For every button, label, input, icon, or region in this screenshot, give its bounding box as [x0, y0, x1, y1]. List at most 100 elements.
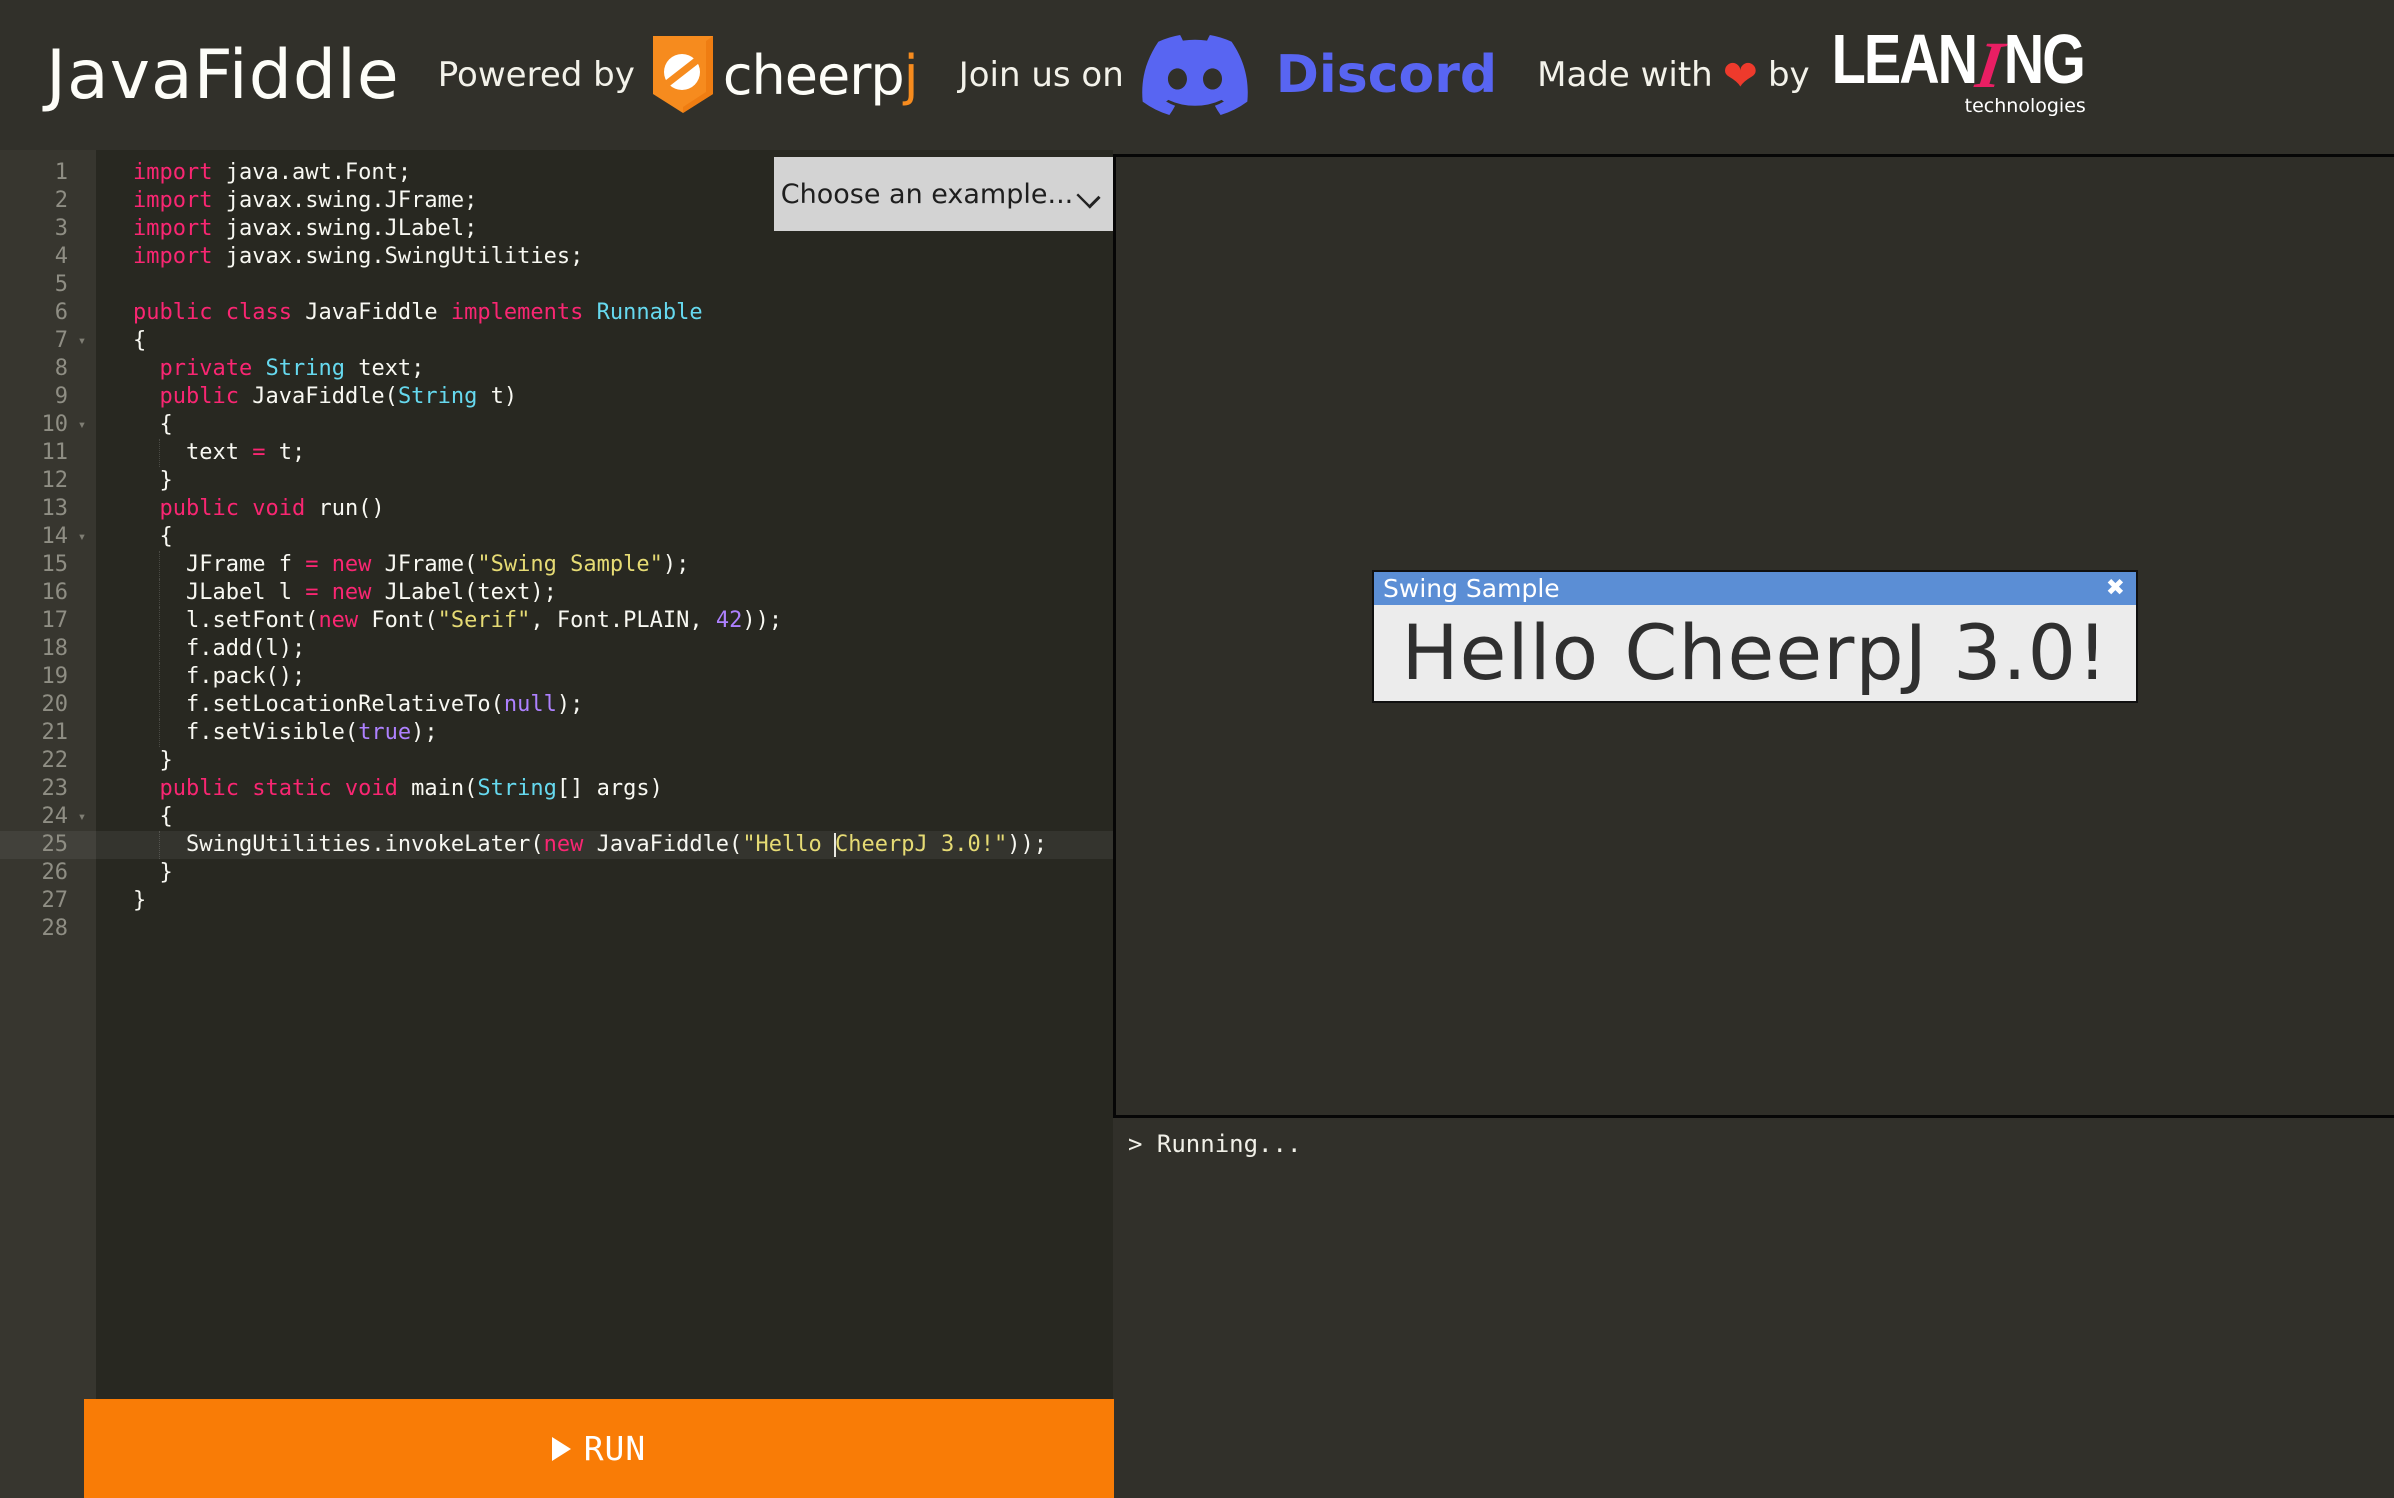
- code-line[interactable]: {: [96, 803, 1113, 831]
- code-line[interactable]: text = t;: [96, 439, 1113, 467]
- heart-icon: ❤: [1723, 51, 1758, 100]
- fold-arrow-icon[interactable]: ▾: [68, 523, 96, 551]
- code-line[interactable]: public void run(): [96, 495, 1113, 523]
- code-line[interactable]: private String text;: [96, 355, 1113, 383]
- gutter-line: 10▾: [0, 411, 96, 439]
- example-select-label: Choose an example...: [781, 179, 1073, 210]
- code-line[interactable]: [96, 271, 1113, 299]
- cheerpj-wordmark: cheerp: [723, 44, 904, 107]
- gutter-line: 9: [0, 383, 96, 411]
- fold-arrow-icon[interactable]: ▾: [68, 803, 96, 831]
- run-button-label: RUN: [584, 1429, 647, 1468]
- code-lines[interactable]: import java.awt.Font;import javax.swing.…: [96, 150, 1113, 943]
- fold-spacer: [68, 243, 96, 271]
- fold-spacer: [68, 271, 96, 299]
- code-line[interactable]: public static void main(String[] args): [96, 775, 1113, 803]
- code-line[interactable]: JFrame f = new JFrame("Swing Sample");: [96, 551, 1113, 579]
- code-line[interactable]: JLabel l = new JLabel(text);: [96, 579, 1113, 607]
- swing-window-title: Swing Sample: [1374, 574, 2106, 603]
- gutter-line: 13: [0, 495, 96, 523]
- fold-arrow-icon[interactable]: ▾: [68, 327, 96, 355]
- code-line[interactable]: f.setLocationRelativeTo(null);: [96, 691, 1113, 719]
- code-editor[interactable]: 1234567▾8910▾11121314▾151617181920212223…: [0, 150, 1113, 1498]
- fold-spacer: [68, 747, 96, 775]
- indent-guide: [159, 439, 160, 467]
- by-label: by: [1768, 55, 1810, 95]
- fold-spacer: [68, 495, 96, 523]
- code-line[interactable]: f.add(l);: [96, 635, 1113, 663]
- code-line[interactable]: f.setVisible(true);: [96, 719, 1113, 747]
- fold-spacer: [68, 187, 96, 215]
- app-logo: JavaFiddle: [46, 36, 400, 115]
- gutter-line: 6: [0, 299, 96, 327]
- leaning-sub: technologies: [1965, 95, 2086, 117]
- leaning-lean: LEAN: [1832, 18, 1976, 99]
- fold-spacer: [68, 215, 96, 243]
- indent-guide: [159, 635, 160, 663]
- code-line[interactable]: {: [96, 327, 1113, 355]
- gutter-line: 12: [0, 467, 96, 495]
- code-line[interactable]: f.pack();: [96, 663, 1113, 691]
- code-line[interactable]: {: [96, 523, 1113, 551]
- gutter-line: 2: [0, 187, 96, 215]
- gutter-line: 16: [0, 579, 96, 607]
- indent-guide: [159, 719, 160, 747]
- code-line[interactable]: [96, 915, 1113, 943]
- fold-spacer: [68, 551, 96, 579]
- console-status: > Running...: [1128, 1130, 1301, 1158]
- cheerpj-shield-icon: [651, 35, 715, 115]
- gutter-line: 28: [0, 915, 96, 943]
- code-line[interactable]: }: [96, 747, 1113, 775]
- example-select[interactable]: Choose an example...: [774, 157, 1114, 231]
- code-line[interactable]: import javax.swing.SwingUtilities;: [96, 243, 1113, 271]
- code-line[interactable]: public JavaFiddle(String t): [96, 383, 1113, 411]
- leaning-technologies-link[interactable]: LEAN I NG technologies: [1832, 33, 2084, 117]
- discord-link[interactable]: Discord: [1142, 35, 1497, 115]
- leaning-i: I: [1972, 33, 2007, 99]
- fold-spacer: [68, 467, 96, 495]
- gutter-line: 8: [0, 355, 96, 383]
- code-line[interactable]: SwingUtilities.invokeLater(new JavaFiddl…: [96, 831, 1113, 859]
- code-line[interactable]: public class JavaFiddle implements Runna…: [96, 299, 1113, 327]
- gutter-line: 1: [0, 159, 96, 187]
- gutter: 1234567▾8910▾11121314▾151617181920212223…: [0, 150, 96, 1498]
- gutter-line: 20: [0, 691, 96, 719]
- indent-guide: [159, 551, 160, 579]
- leaning-ng: NG: [2004, 18, 2084, 99]
- gutter-line: 27: [0, 887, 96, 915]
- fold-spacer: [68, 383, 96, 411]
- gutter-line: 5: [0, 271, 96, 299]
- gutter-line: 14▾: [0, 523, 96, 551]
- close-icon[interactable]: ✖: [2106, 572, 2136, 605]
- made-with-label: Made with: [1537, 55, 1713, 95]
- indent-guide: [159, 663, 160, 691]
- gutter-line: 4: [0, 243, 96, 271]
- indent-guide: [159, 831, 160, 859]
- output-panel: Swing Sample ✖ Hello CheerpJ 3.0!: [1113, 154, 2394, 1118]
- gutter-line: 18: [0, 635, 96, 663]
- fold-spacer: [68, 719, 96, 747]
- fold-spacer: [68, 691, 96, 719]
- fold-spacer: [68, 775, 96, 803]
- gutter-line: 15: [0, 551, 96, 579]
- fold-spacer: [68, 887, 96, 915]
- code-line[interactable]: {: [96, 411, 1113, 439]
- code-line[interactable]: l.setFont(new Font("Serif", Font.PLAIN, …: [96, 607, 1113, 635]
- gutter-line: 22: [0, 747, 96, 775]
- fold-spacer: [68, 299, 96, 327]
- swing-window[interactable]: Swing Sample ✖ Hello CheerpJ 3.0!: [1372, 570, 2138, 703]
- run-button[interactable]: RUN: [84, 1399, 1114, 1498]
- fold-spacer: [68, 859, 96, 887]
- code-line[interactable]: }: [96, 887, 1113, 915]
- fold-spacer: [68, 607, 96, 635]
- fold-spacer: [68, 635, 96, 663]
- cheerpj-link[interactable]: cheerpj: [651, 35, 919, 115]
- gutter-line: 24▾: [0, 803, 96, 831]
- fold-spacer: [68, 663, 96, 691]
- indent-guide: [159, 579, 160, 607]
- code-line[interactable]: }: [96, 467, 1113, 495]
- code-line[interactable]: }: [96, 859, 1113, 887]
- swing-titlebar[interactable]: Swing Sample ✖: [1374, 572, 2136, 605]
- swing-label: Hello CheerpJ 3.0!: [1402, 608, 2109, 697]
- fold-arrow-icon[interactable]: ▾: [68, 411, 96, 439]
